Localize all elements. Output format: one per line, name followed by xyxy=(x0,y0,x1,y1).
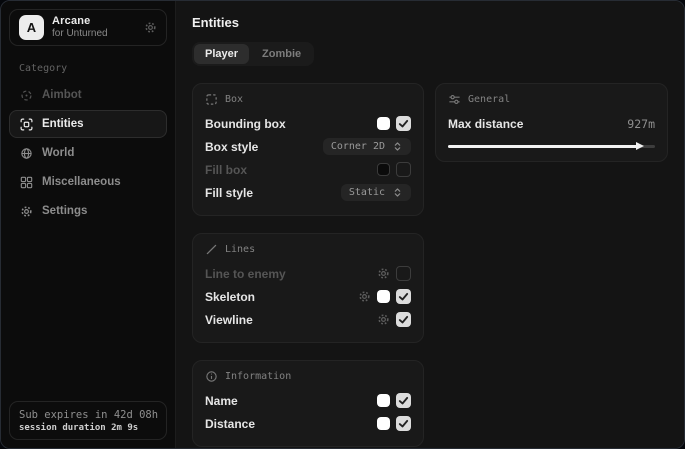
color-swatch[interactable] xyxy=(377,290,390,303)
app-window: A Arcane for Unturned Category Aimbot En… xyxy=(0,0,685,449)
card-title: General xyxy=(468,94,510,105)
row-label: Fill style xyxy=(205,186,253,200)
max-distance-slider[interactable] xyxy=(448,142,655,150)
brand-text: Arcane for Unturned xyxy=(52,15,108,39)
tab-player[interactable]: Player xyxy=(194,44,249,64)
sidebar-item-settings[interactable]: Settings xyxy=(9,197,167,225)
subscription-card: Sub expires in 42d 08h session duration … xyxy=(9,401,167,440)
row-label: Skeleton xyxy=(205,290,255,304)
row-box-style: Box style Corner 2D xyxy=(205,135,411,158)
row-name: Name xyxy=(205,389,411,412)
information-card: Information Name Distance xyxy=(192,360,424,447)
row-label: Distance xyxy=(205,417,255,431)
box-card: Box Bounding box Box style xyxy=(192,83,424,216)
checkbox-checked[interactable] xyxy=(396,416,411,431)
checkbox-checked[interactable] xyxy=(396,312,411,327)
page-title: Entities xyxy=(192,15,668,30)
checkbox-checked[interactable] xyxy=(396,116,411,131)
sidebar-item-label: World xyxy=(42,147,74,159)
row-bounding-box: Bounding box xyxy=(205,112,411,135)
row-label: Name xyxy=(205,394,238,408)
general-card-header: General xyxy=(448,93,655,106)
sliders-icon xyxy=(448,93,461,106)
checkbox-unchecked[interactable] xyxy=(396,162,411,177)
gear-icon xyxy=(20,205,33,218)
sidebar-item-aimbot[interactable]: Aimbot xyxy=(9,81,167,109)
chevron-up-down-icon xyxy=(392,187,403,198)
card-title: Information xyxy=(225,371,291,382)
globe-icon xyxy=(20,147,33,160)
gear-icon[interactable] xyxy=(144,21,157,34)
sidebar: A Arcane for Unturned Category Aimbot En… xyxy=(1,1,176,448)
general-card: General Max distance 927m xyxy=(435,83,668,162)
layout-grid-icon xyxy=(20,176,33,189)
row-viewline: Viewline xyxy=(205,308,411,331)
sidebar-item-label: Aimbot xyxy=(42,89,82,101)
dashed-box-icon xyxy=(205,93,218,106)
color-swatch[interactable] xyxy=(377,417,390,430)
checkbox-checked[interactable] xyxy=(396,393,411,408)
row-line-to-enemy: Line to enemy xyxy=(205,262,411,285)
diagonal-line-icon xyxy=(205,243,218,256)
sidebar-item-world[interactable]: World xyxy=(9,139,167,167)
gear-icon[interactable] xyxy=(377,313,390,326)
box-style-dropdown[interactable]: Corner 2D xyxy=(323,138,411,155)
sidebar-item-label: Miscellaneous xyxy=(42,176,121,188)
row-label: Line to enemy xyxy=(205,267,286,281)
checkbox-checked[interactable] xyxy=(396,289,411,304)
color-swatch[interactable] xyxy=(377,394,390,407)
color-swatch[interactable] xyxy=(377,163,390,176)
slider-thumb[interactable] xyxy=(636,142,644,150)
lines-card-header: Lines xyxy=(205,243,411,256)
information-card-header: Information xyxy=(205,370,411,383)
app-subtitle: for Unturned xyxy=(52,28,108,40)
crosshair-icon xyxy=(20,89,33,102)
row-label: Bounding box xyxy=(205,117,286,131)
gear-icon[interactable] xyxy=(358,290,371,303)
color-swatch[interactable] xyxy=(377,117,390,130)
gear-icon[interactable] xyxy=(377,267,390,280)
sidebar-item-label: Entities xyxy=(42,118,84,130)
row-label: Fill box xyxy=(205,163,247,177)
app-logo: A xyxy=(19,15,44,40)
max-distance-value: 927m xyxy=(627,117,655,131)
row-label: Max distance xyxy=(448,117,523,131)
row-fill-style: Fill style Static xyxy=(205,181,411,204)
box-card-header: Box xyxy=(205,93,411,106)
sidebar-item-entities[interactable]: Entities xyxy=(9,110,167,138)
checkbox-unchecked[interactable] xyxy=(396,266,411,281)
info-icon xyxy=(205,370,218,383)
brand-card: A Arcane for Unturned xyxy=(9,9,167,46)
row-label: Viewline xyxy=(205,313,253,327)
row-distance: Distance xyxy=(205,412,411,435)
main-panel: Entities Player Zombie Box Bounding box xyxy=(176,1,684,448)
slider-fill xyxy=(448,145,638,148)
app-name: Arcane xyxy=(52,15,108,28)
sub-expires-text: Sub expires in 42d 08h xyxy=(19,409,157,421)
row-max-distance: Max distance 927m xyxy=(448,112,655,135)
session-duration-text: session duration 2m 9s xyxy=(19,423,157,433)
sidebar-item-miscellaneous[interactable]: Miscellaneous xyxy=(9,168,167,196)
category-label: Category xyxy=(19,63,157,74)
dropdown-value: Static xyxy=(349,187,385,198)
row-label: Box style xyxy=(205,140,258,154)
tab-zombie[interactable]: Zombie xyxy=(251,44,312,64)
lines-card: Lines Line to enemy Skeleton xyxy=(192,233,424,343)
card-title: Lines xyxy=(225,244,255,255)
sidebar-item-label: Settings xyxy=(42,205,87,217)
row-skeleton: Skeleton xyxy=(205,285,411,308)
entity-tab-group: Player Zombie xyxy=(192,42,314,66)
scan-box-icon xyxy=(20,118,33,131)
card-title: Box xyxy=(225,94,243,105)
fill-style-dropdown[interactable]: Static xyxy=(341,184,411,201)
row-fill-box: Fill box xyxy=(205,158,411,181)
dropdown-value: Corner 2D xyxy=(331,141,385,152)
chevron-up-down-icon xyxy=(392,141,403,152)
